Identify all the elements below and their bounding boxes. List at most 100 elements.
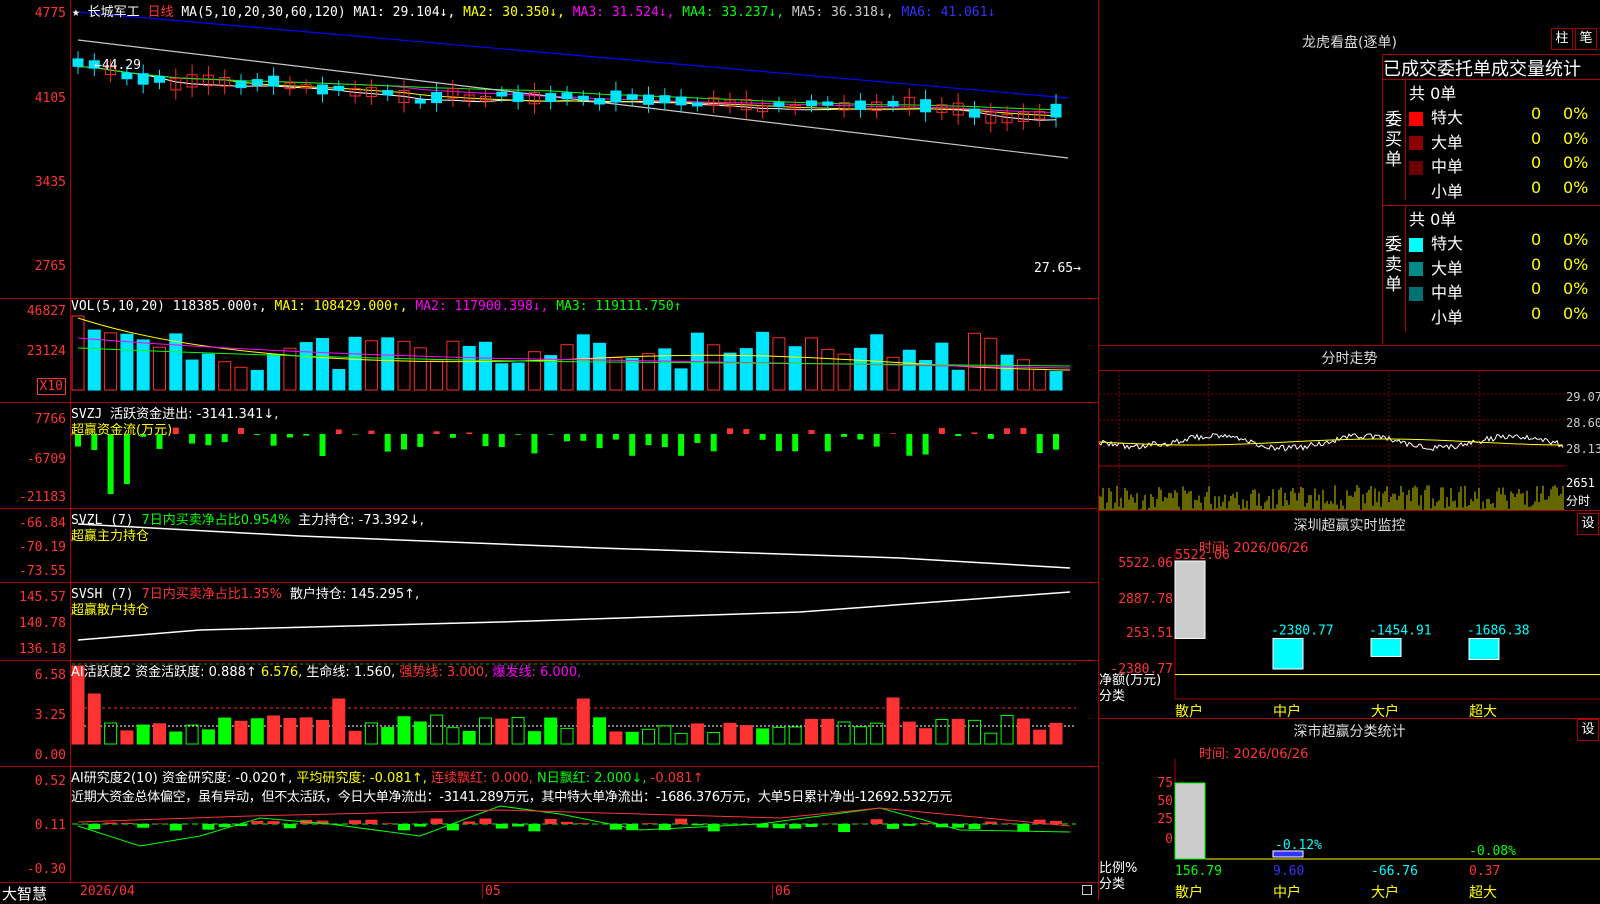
- star-icon[interactable]: ★: [72, 5, 80, 20]
- volume-bar: [822, 349, 834, 390]
- intraday-volume: 2651: [1566, 476, 1595, 490]
- stat-title: 已成交委托单成交量统计: [1382, 54, 1600, 80]
- order-color-swatch: [1409, 161, 1423, 175]
- flow-bar: [678, 434, 684, 456]
- kline-chart[interactable]: [0, 0, 1098, 298]
- volume-bar: [512, 363, 524, 390]
- volume-bar: [659, 349, 671, 390]
- column-mode-button[interactable]: 柱: [1551, 28, 1573, 50]
- kline-panel[interactable]: 4775 4105 3435 2765 ★ 长城军工 日线 MA(5,10,20…: [0, 0, 1098, 299]
- research-bar: [903, 824, 915, 826]
- intraday-panel[interactable]: 分时走势 29.07 28.60 28.13 2651 分时: [1099, 346, 1600, 511]
- candle: [595, 99, 605, 104]
- activity-bar: [773, 727, 785, 744]
- research-bar: [806, 824, 818, 827]
- flow-bar: [320, 434, 326, 456]
- ai-research-panel[interactable]: 0.52 0.11 -0.30 AI研究度2(10) 资金研究度: -0.020…: [0, 766, 1098, 882]
- research-bar: [137, 824, 149, 828]
- monitor-category: 大户: [1371, 703, 1399, 718]
- monitor-bar: [1175, 561, 1205, 638]
- monitor-bar: [1469, 638, 1499, 659]
- pen-mode-button[interactable]: 笔: [1575, 28, 1597, 50]
- monitor-panel[interactable]: 深圳超赢实时监控 设 时间: 2026/06/26 5522.062887.78…: [1099, 511, 1600, 719]
- svzl-panel[interactable]: -66.84 -70.19 -73.55 SVZL (7) 7日内买卖净占比0.…: [0, 508, 1098, 583]
- activity-bar: [284, 719, 296, 744]
- svzj-panel[interactable]: 7766 -6709 -21183 SVZJ 活跃资金进出: -3141.341…: [0, 402, 1098, 509]
- research-bar: [219, 824, 231, 827]
- intraday-chart[interactable]: [1099, 346, 1600, 510]
- svzl-sub: 超赢主力持仓: [71, 525, 149, 544]
- vol-label: VOL(5,10,20): [71, 299, 165, 314]
- research-bar: [463, 821, 475, 824]
- candle: [970, 109, 980, 117]
- activity-bar: [659, 726, 671, 744]
- classify-tick: 75: [1157, 776, 1173, 791]
- monitor-category: 超大: [1469, 704, 1497, 718]
- classify-bar-top: -0.08%: [1469, 844, 1516, 859]
- classify-panel[interactable]: 深市超赢分类统计 设 时间: 2026/06/26 7550250156.79散…: [1099, 719, 1600, 900]
- flow-bar: [205, 434, 211, 445]
- activity-bar: [414, 722, 426, 744]
- order-color-swatch: [1409, 287, 1423, 301]
- lock-icon[interactable]: [1082, 885, 1092, 895]
- research-bar: [382, 823, 394, 824]
- candle: [627, 95, 637, 100]
- activity-bar: [105, 723, 117, 744]
- candle: [660, 96, 670, 103]
- flow-bar: [760, 434, 766, 440]
- classify-bar-value: 156.79: [1175, 864, 1222, 879]
- activity-bar: [88, 694, 100, 744]
- research-bar: [577, 823, 589, 824]
- activity-bar: [691, 724, 703, 744]
- research-bar: [251, 821, 263, 824]
- buy-total: 共 0单: [1409, 80, 1456, 104]
- activity-bar: [186, 725, 198, 744]
- volume-bar: [643, 354, 655, 390]
- volume-bar: [105, 333, 117, 390]
- flow-bar: [694, 434, 700, 443]
- dragon-panel[interactable]: 龙虎看盘(逐单) 柱 笔 已成交委托单成交量统计 委买单 共 0单 特大00%大…: [1099, 0, 1600, 346]
- flow-bar: [483, 434, 489, 446]
- ai-active-label: AI活跃度2: [71, 665, 131, 680]
- period-label[interactable]: 日线: [148, 5, 174, 20]
- flow-bar: [809, 430, 815, 434]
- volume-bar: [789, 347, 801, 390]
- activity-bar: [594, 718, 606, 744]
- svsh-panel[interactable]: 145.57 140.78 136.18 SVSH (7) 7日内买卖净占比1.…: [0, 582, 1098, 661]
- classify-category: 散户: [1175, 884, 1203, 900]
- research-bar: [675, 819, 687, 824]
- activity-bar: [1017, 719, 1029, 744]
- ai-research-header: AI研究度2(10) 资金研究度: -0.020↑, 平均研究度: -0.081…: [71, 767, 703, 786]
- research-bar: [1001, 823, 1013, 824]
- volume-panel[interactable]: 46827 23124 X10 VOL(5,10,20) 118385.000↑…: [0, 298, 1098, 403]
- monitor-tick: 253.51: [1126, 626, 1173, 641]
- flow-bar: [776, 434, 782, 451]
- svsh-text1: 7日内买卖净占比1.35%: [141, 587, 282, 602]
- activity-bar: [757, 729, 769, 744]
- classify-chart[interactable]: 7550250156.79散户9.60-0.12%中户-66.76大户0.37-…: [1099, 719, 1600, 900]
- ai-active-panel[interactable]: 6.58 3.25 0.00 AI活跃度2 资金活跃度: 0.888↑ 6.57…: [0, 660, 1098, 767]
- order-color-swatch: [1409, 112, 1423, 126]
- order-count: 0: [1531, 104, 1541, 123]
- flow-bar: [711, 434, 717, 451]
- classify-bar-value: -66.76: [1371, 864, 1418, 879]
- vol-ma3: MA3: 119111.750↑: [556, 299, 681, 314]
- flow-bar: [287, 434, 293, 437]
- monitor-chart[interactable]: 5522.062887.78253.51-2380.775522.06散户-23…: [1099, 511, 1600, 718]
- classify-tick: 50: [1157, 794, 1173, 809]
- activity-bar: [545, 718, 557, 744]
- classify-category: 大户: [1371, 884, 1399, 900]
- activity-bar: [740, 726, 752, 744]
- activity-bar: [382, 728, 394, 744]
- intraday-price-line: [1099, 434, 1563, 451]
- volume-bar: [154, 347, 166, 390]
- activity-bar: [251, 719, 263, 744]
- intraday-volume-label: 分时: [1566, 492, 1590, 509]
- flow-bar: [548, 434, 554, 435]
- order-count: 0: [1531, 153, 1541, 172]
- order-stat-row: 中单00%: [1409, 279, 1599, 303]
- flow-bar: [531, 434, 537, 453]
- ai-research-t5: -0.081↑: [651, 771, 704, 786]
- svsh-text2: 散户持仓: 145.295↑,: [290, 587, 419, 602]
- ma6-value: MA6: 41.061↓: [901, 5, 995, 20]
